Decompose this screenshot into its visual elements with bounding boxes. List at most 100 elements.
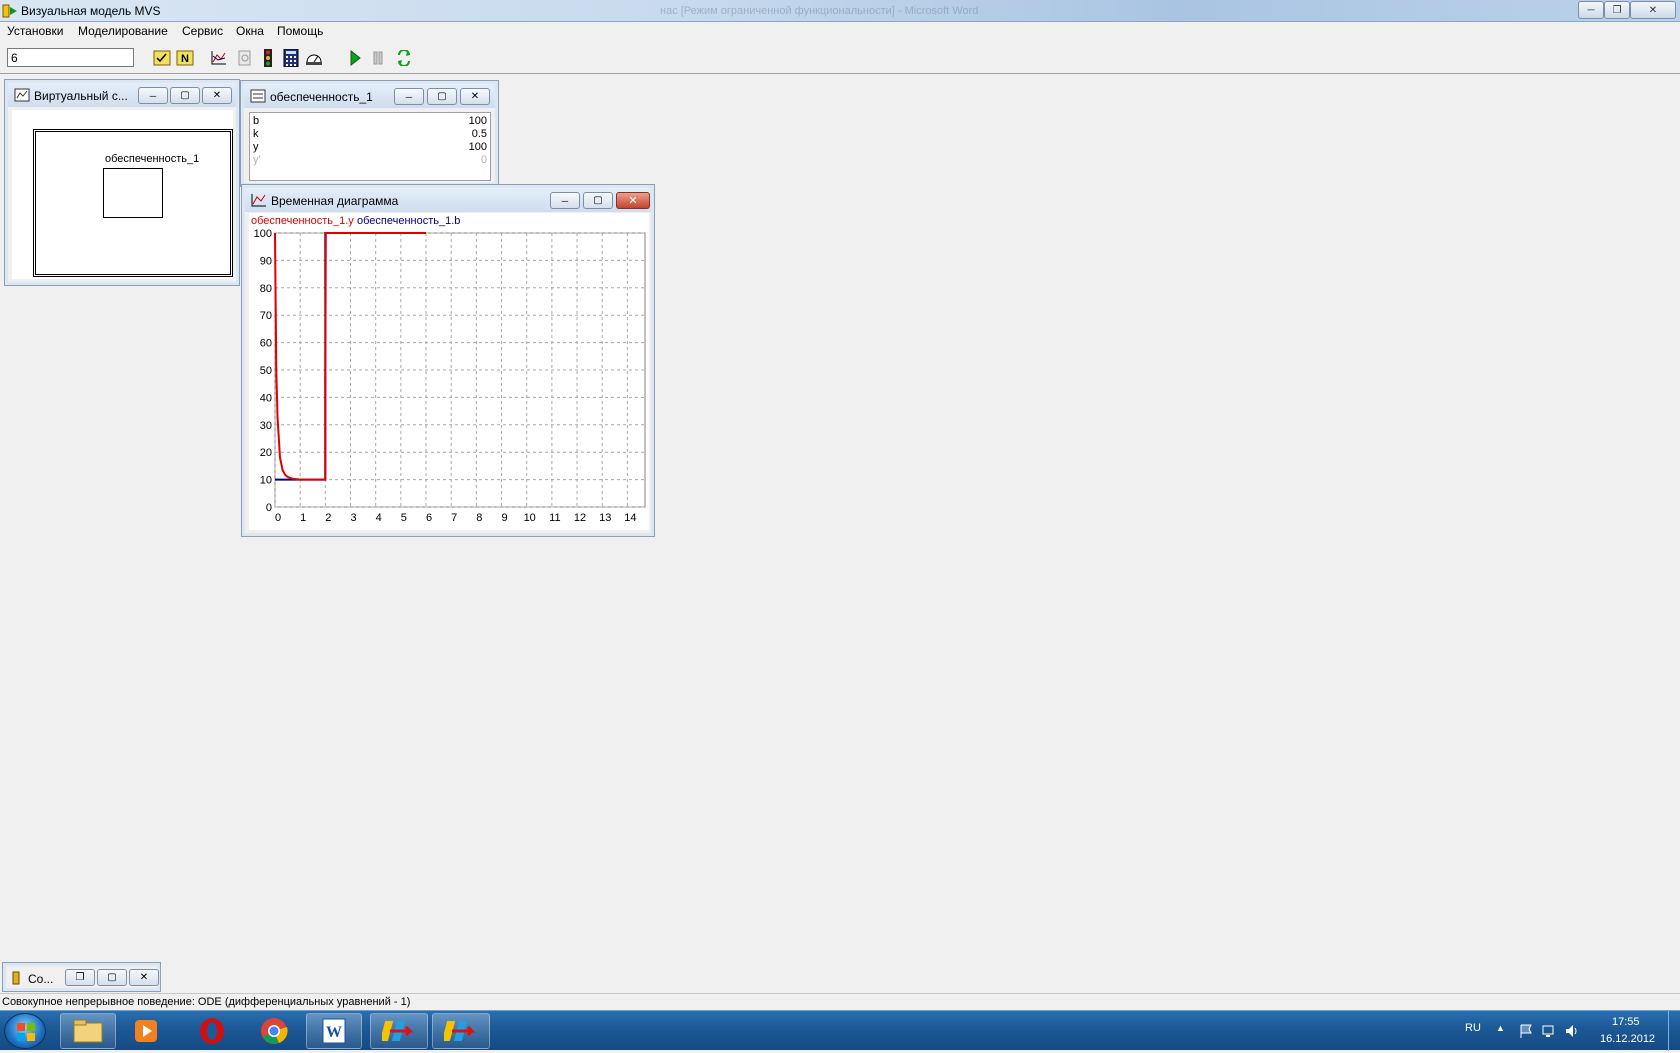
opera-icon (200, 1018, 224, 1044)
clock-time[interactable]: 17:55 (1612, 1016, 1640, 1028)
n-button[interactable]: N (175, 48, 195, 68)
restore-button[interactable]: ❐ (1604, 1, 1630, 19)
minimized-restore-button[interactable]: ❐ (65, 969, 95, 986)
variables-maximize-button[interactable]: ▢ (427, 88, 457, 105)
refresh-icon (398, 50, 410, 66)
y-tick-label: 0 (266, 502, 272, 514)
action-center-icon[interactable] (1518, 1023, 1534, 1039)
status-text: Совокупное непрерывное поведение: ODE (д… (2, 996, 411, 1008)
run-button[interactable] (345, 48, 365, 68)
x-tick-label: 7 (451, 512, 457, 524)
var-name: b (253, 115, 260, 127)
reset-button[interactable] (394, 48, 414, 68)
svg-text:N: N (181, 53, 189, 65)
console-icon (12, 971, 20, 985)
x-tick-label: 12 (574, 512, 586, 524)
diagram-minimize-button[interactable]: ─ (550, 192, 580, 209)
disabled-tool-button[interactable] (235, 48, 255, 68)
y-tick-label: 50 (260, 365, 272, 377)
var-name: y (253, 141, 259, 153)
menu-help[interactable]: Помощь (277, 24, 323, 38)
taskbar-mvs-2[interactable] (432, 1013, 490, 1049)
variables-window-titlebar[interactable]: обеспеченность_1 ─ ▢ ✕ (244, 84, 495, 108)
maximize-icon: ▢ (107, 972, 117, 983)
taskbar-chrome[interactable] (246, 1013, 302, 1049)
x-tick-label: 10 (524, 512, 536, 524)
pause-button[interactable] (368, 48, 388, 68)
var-value: 0.5 (471, 128, 487, 140)
close-icon: ✕ (139, 972, 149, 983)
close-icon: ✕ (212, 90, 222, 101)
x-tick-label: 9 (501, 512, 507, 524)
timing-diagram-titlebar[interactable]: Временная диаграмма ─ ▢ ✕ (245, 188, 651, 212)
chart-button[interactable] (209, 48, 229, 68)
timing-diagram-title: Временная диаграмма (271, 194, 399, 208)
play-icon (350, 50, 361, 66)
start-button[interactable] (4, 1013, 46, 1049)
menu-service[interactable]: Сервис (182, 24, 223, 38)
pause-icon (373, 51, 383, 65)
menu-bar: Установки Моделирование Сервис Окна Помо… (0, 22, 1680, 41)
app-icon (2, 4, 17, 18)
chart-area[interactable]: обеспеченность_1.y обеспеченность_1.b 10… (249, 213, 649, 530)
list-item: k 0.5 (253, 128, 487, 140)
time-input[interactable] (7, 48, 134, 67)
clock-date[interactable]: 16.12.2012 (1600, 1033, 1655, 1045)
n-icon: N (176, 50, 194, 66)
show-desktop-button[interactable] (1668, 1011, 1680, 1051)
variables-close-button[interactable]: ✕ (460, 88, 490, 105)
virtual-canvas[interactable]: обеспеченность_1 (12, 110, 233, 279)
diagram-maximize-button[interactable]: ▢ (583, 192, 613, 209)
menu-windows[interactable]: Окна (236, 24, 264, 38)
close-button[interactable]: ✕ (1630, 1, 1676, 19)
gauge-button[interactable] (304, 48, 324, 68)
block-label: обеспеченность_1 (105, 153, 200, 165)
menu-modeling[interactable]: Моделирование (78, 24, 168, 38)
gauge-icon (306, 54, 322, 65)
media-player-icon (135, 1020, 157, 1042)
taskbar-explorer[interactable] (60, 1013, 116, 1049)
minimize-icon: ─ (149, 90, 157, 101)
x-tick-label: 13 (599, 512, 611, 524)
model-block[interactable] (103, 168, 163, 218)
volume-icon[interactable] (1564, 1023, 1580, 1039)
calculator-button[interactable] (281, 48, 301, 68)
language-indicator[interactable]: RU (1465, 1022, 1481, 1034)
calculator-icon (283, 49, 299, 67)
x-tick-label: 5 (401, 512, 407, 524)
minimized-window[interactable]: Со... ❐ ▢ ✕ (2, 962, 161, 992)
taskbar-media-player[interactable] (118, 1013, 174, 1049)
traffic-light-button[interactable] (258, 48, 278, 68)
var-value: 0 (480, 154, 487, 166)
virtual-minimize-button[interactable]: ─ (138, 87, 168, 104)
windows-logo-icon (17, 1023, 35, 1041)
taskbar-opera[interactable] (184, 1013, 240, 1049)
y-tick-label: 30 (260, 420, 272, 432)
minimized-maximize-button[interactable]: ▢ (97, 969, 127, 986)
network-icon[interactable] (1541, 1023, 1557, 1039)
line-chart-icon (251, 194, 266, 207)
taskbar-mvs-1[interactable] (370, 1013, 428, 1049)
var-name: y' (253, 154, 261, 166)
menu-settings[interactable]: Установки (7, 24, 63, 38)
virtual-close-button[interactable]: ✕ (202, 87, 232, 104)
tray-expand-icon[interactable]: ▲ (1496, 1023, 1505, 1033)
variables-list[interactable]: b 100 k 0.5 y 100 y' 0 (249, 112, 491, 181)
y-tick-label: 60 (260, 338, 272, 350)
virtual-maximize-button[interactable]: ▢ (170, 87, 200, 104)
list-item: b 100 (253, 115, 487, 127)
restore-icon: ❐ (1612, 4, 1622, 16)
virtual-window-titlebar[interactable]: Виртуальный с... ─ ▢ ✕ (8, 83, 236, 107)
x-tick-label: 2 (325, 512, 331, 524)
taskbar-word[interactable]: W (306, 1013, 362, 1049)
var-name: k (253, 128, 259, 140)
app-title: Визуальная модель MVS (21, 4, 161, 18)
checklist-button[interactable] (152, 48, 172, 68)
variables-minimize-button[interactable]: ─ (394, 88, 424, 105)
diagram-close-button[interactable]: ✕ (616, 192, 650, 209)
minimized-close-button[interactable]: ✕ (129, 969, 159, 986)
minimize-button[interactable]: ─ (1578, 1, 1604, 19)
maximize-icon: ▢ (593, 195, 603, 206)
minimize-icon: ─ (561, 195, 569, 206)
x-tick-label: 3 (350, 512, 356, 524)
